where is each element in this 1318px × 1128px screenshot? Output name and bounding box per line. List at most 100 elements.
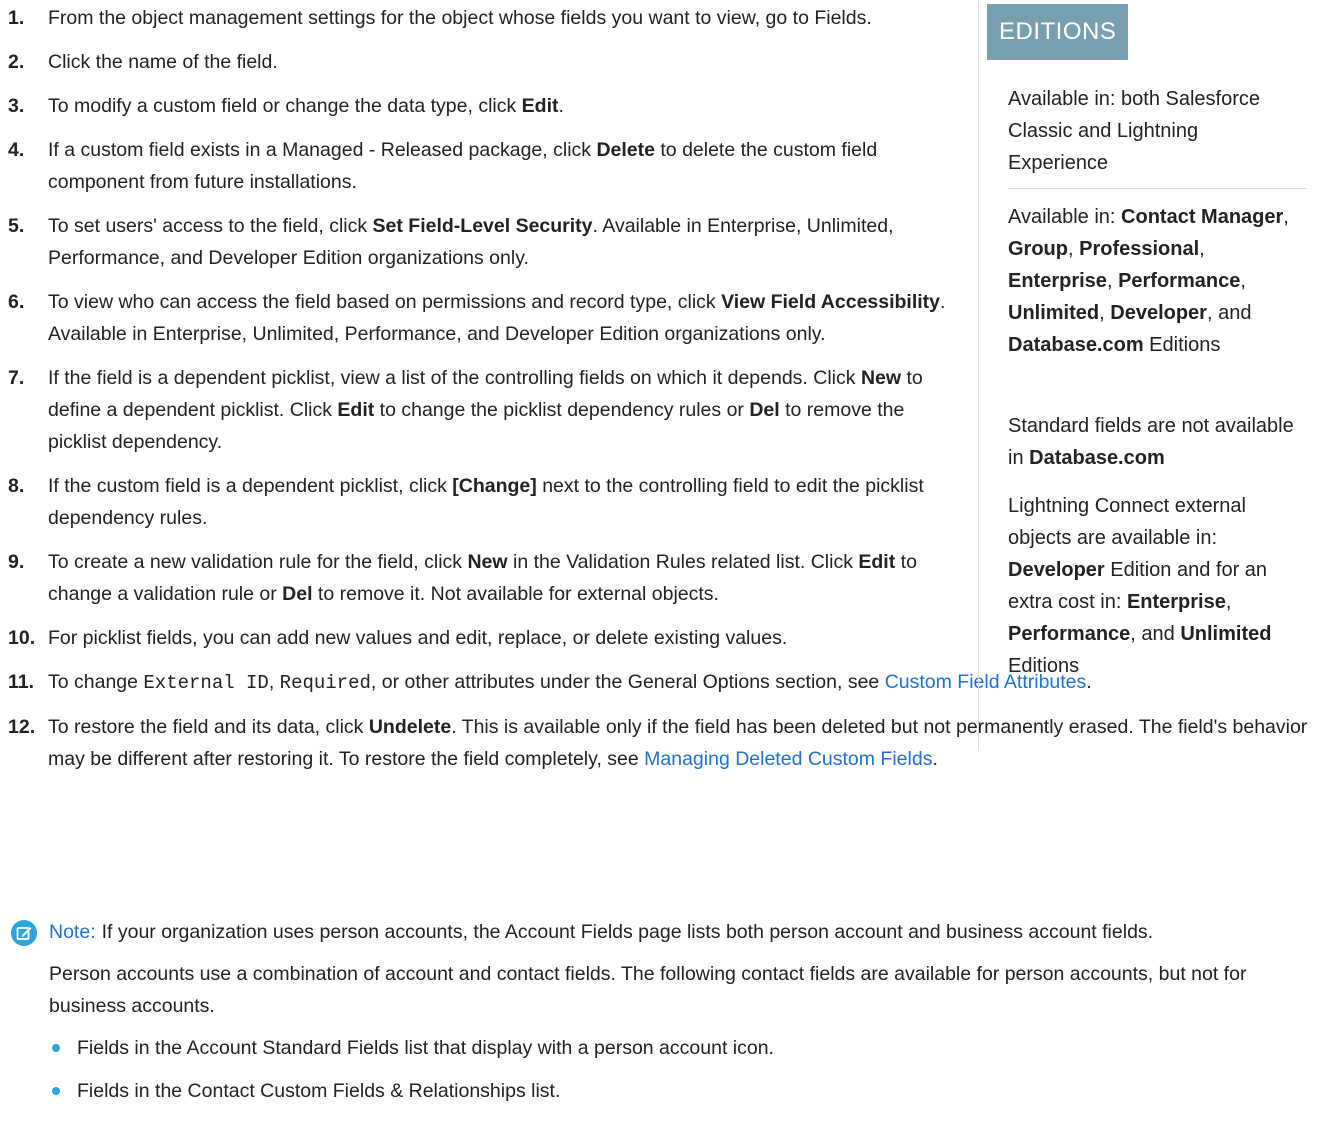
step-item: 2. Click the name of the field. bbox=[8, 46, 953, 78]
text-run: , bbox=[1199, 238, 1205, 260]
step-item: 9. To create a new validation rule for th… bbox=[8, 546, 953, 610]
text-run: , bbox=[1068, 238, 1080, 260]
step-number: 9. bbox=[8, 551, 25, 573]
editions-standard-fields: Standard fields are not available in Dat… bbox=[1008, 410, 1298, 474]
bullet-text: Fields in the Contact Custom Fields & Re… bbox=[77, 1080, 561, 1102]
bold-term: New bbox=[467, 551, 508, 573]
text-run: , and bbox=[1130, 623, 1181, 645]
bold-term: Del bbox=[282, 583, 313, 605]
note-bullets: Fields in the Account Standard Fields li… bbox=[49, 1032, 1311, 1107]
bold-term: New bbox=[860, 367, 902, 389]
step-item: 6. To view who can access the field based… bbox=[8, 286, 953, 350]
text-run: Lightning Connect external objects are a… bbox=[1008, 495, 1246, 549]
bold-term: [Change] bbox=[452, 475, 537, 497]
code-term: Required bbox=[279, 672, 371, 694]
text-run: For picklist fields, you can add new val… bbox=[48, 627, 788, 649]
sidebar-divider bbox=[1008, 188, 1306, 189]
text-run: , bbox=[1240, 270, 1246, 292]
note-paragraph: Note: If your organization uses person ac… bbox=[49, 916, 1311, 948]
step-text: If the custom field is a dependent pickl… bbox=[48, 475, 924, 529]
list-item: Fields in the Contact Custom Fields & Re… bbox=[49, 1075, 1311, 1107]
text-run: To view who can access the field based o… bbox=[48, 291, 722, 313]
doc-link[interactable]: Managing Deleted Custom Fields bbox=[644, 748, 932, 770]
text-run: If the custom field is a dependent pickl… bbox=[48, 475, 453, 497]
text-run: , and bbox=[1206, 302, 1252, 324]
text-run: to remove it. Not available for external… bbox=[312, 583, 719, 605]
step-item: 3. To modify a custom field or change the… bbox=[8, 90, 953, 122]
bold-term: Performance bbox=[1008, 623, 1131, 645]
text-run: Available in: bbox=[1008, 206, 1122, 228]
bold-term: Edit bbox=[337, 399, 375, 421]
bold-term: Delete bbox=[596, 139, 655, 161]
bullet-dot bbox=[52, 1044, 60, 1052]
note-edit-icon bbox=[11, 920, 37, 946]
step-text: To set users' access to the field, click… bbox=[48, 215, 894, 269]
step-text: To change External ID, Required, or othe… bbox=[48, 671, 1092, 694]
code-term: External ID bbox=[143, 672, 269, 694]
step-number: 7. bbox=[8, 367, 25, 389]
bold-term: Undelete bbox=[368, 716, 452, 738]
bold-term: Enterprise bbox=[1126, 591, 1226, 613]
note-label: Note: bbox=[49, 921, 96, 943]
text-run: To set users' access to the field, click bbox=[48, 215, 373, 237]
step-number: 11. bbox=[8, 671, 35, 693]
text-run: , bbox=[1099, 302, 1111, 324]
bold-term: Group bbox=[1008, 238, 1068, 260]
editions-tag: EDITIONS bbox=[987, 4, 1129, 60]
step-text: Click the name of the field. bbox=[48, 51, 278, 73]
text-run: , bbox=[1283, 206, 1289, 228]
bold-term: View Field Accessibility bbox=[721, 291, 941, 313]
list-item: Fields in the Account Standard Fields li… bbox=[49, 1032, 1311, 1064]
bold-term: Developer bbox=[1008, 559, 1105, 581]
bold-term: Database.com bbox=[1008, 334, 1144, 356]
step-number: 10. bbox=[8, 627, 36, 649]
note-paragraph-2: Person accounts use a combination of acc… bbox=[49, 963, 1247, 1017]
editions-sidebar: EDITIONS Available in: both Salesforce C… bbox=[978, 0, 1309, 750]
bold-term: Developer bbox=[1110, 302, 1207, 324]
doc-page: 1. From the object management settings fo… bbox=[0, 0, 1318, 1128]
text-run: Editions bbox=[1143, 334, 1221, 356]
step-text: For picklist fields, you can add new val… bbox=[48, 627, 787, 649]
bold-term: Del bbox=[749, 399, 780, 421]
bold-term: Professional bbox=[1079, 238, 1200, 260]
bold-term: Edit bbox=[521, 95, 559, 117]
bold-term: Set Field-Level Security bbox=[372, 215, 593, 237]
text-run: , bbox=[268, 671, 280, 693]
note-text: If your organization uses person account… bbox=[101, 921, 1154, 943]
bullet-text: Fields in the Account Standard Fields li… bbox=[77, 1037, 774, 1059]
text-run: . bbox=[932, 748, 938, 770]
text-run: If the field is a dependent picklist, vi… bbox=[48, 367, 861, 389]
note-body: Note: If your organization uses person ac… bbox=[49, 916, 1311, 1118]
step-number: 1. bbox=[8, 7, 25, 29]
step-number: 3. bbox=[8, 95, 25, 117]
text-run: To modify a custom field or change the d… bbox=[48, 95, 522, 117]
text-run: in the Validation Rules related list. Cl… bbox=[507, 551, 859, 573]
text-run: Click the name of the field. bbox=[48, 51, 278, 73]
text-run: , bbox=[1106, 270, 1119, 292]
bold-term: Performance bbox=[1118, 270, 1241, 292]
step-number: 2. bbox=[8, 51, 25, 73]
step-text: If a custom field exists in a Managed - … bbox=[48, 139, 877, 193]
step-number: 4. bbox=[8, 139, 25, 161]
bold-term: Edit bbox=[858, 551, 896, 573]
step-item: 1. From the object management settings fo… bbox=[8, 2, 953, 34]
step-text: From the object management settings for … bbox=[48, 7, 872, 29]
step-item: 4. If a custom field exists in a Managed … bbox=[8, 134, 953, 198]
step-text: To create a new validation rule for the … bbox=[48, 551, 917, 605]
bold-term: Unlimited bbox=[1008, 302, 1100, 324]
step-number: 8. bbox=[8, 475, 25, 497]
text-run: to change the picklist dependency rules … bbox=[374, 399, 750, 421]
text-run: To change bbox=[48, 671, 144, 693]
step-text: If the field is a dependent picklist, vi… bbox=[48, 367, 923, 453]
step-text: To view who can access the field based o… bbox=[48, 291, 945, 345]
step-number: 6. bbox=[8, 291, 25, 313]
text-run: To restore the field and its data, click bbox=[48, 716, 369, 738]
editions-availability-classic: Available in: both Salesforce Classic an… bbox=[1008, 83, 1298, 179]
step-item: 7. If the field is a dependent picklist, … bbox=[8, 362, 953, 458]
bold-term: Contact Manager bbox=[1121, 206, 1284, 228]
text-run: , or other attributes under the General … bbox=[370, 671, 885, 693]
editions-lightning-connect: Lightning Connect external objects are a… bbox=[1008, 490, 1298, 682]
text-run: To create a new validation rule for the … bbox=[48, 551, 468, 573]
text-run: , bbox=[1225, 591, 1232, 613]
text-run: Available in: both Salesforce Classic an… bbox=[1008, 88, 1261, 174]
